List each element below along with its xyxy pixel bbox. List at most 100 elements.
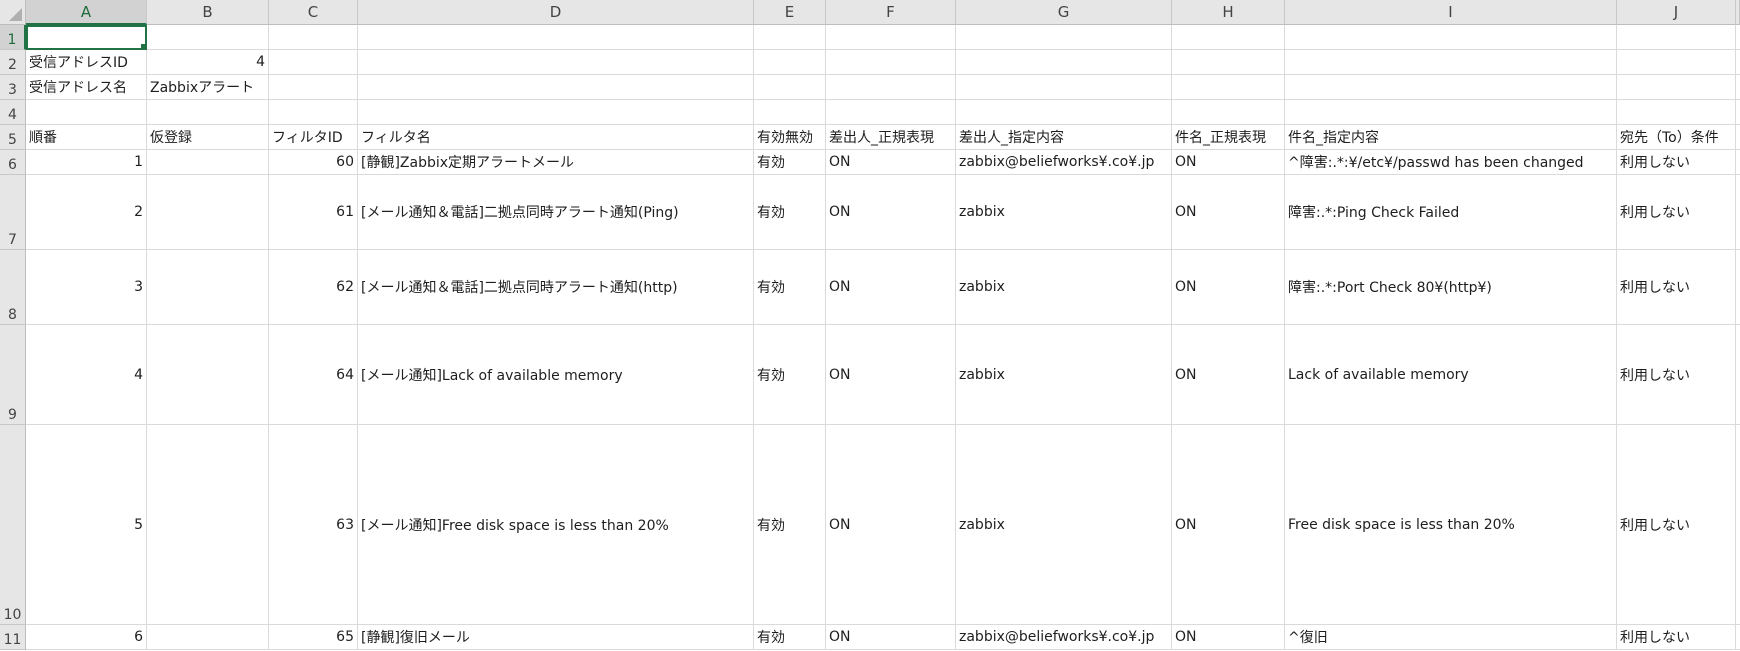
cell-e8[interactable]: 有効 xyxy=(754,250,826,325)
cell-b2[interactable]: 4 xyxy=(147,50,269,75)
cell-j8[interactable]: 利用しない xyxy=(1617,250,1736,325)
cell-f6[interactable]: ON xyxy=(826,150,956,175)
cell-e7[interactable]: 有効 xyxy=(754,175,826,250)
cell-d3[interactable] xyxy=(358,75,754,100)
cell-e9[interactable]: 有効 xyxy=(754,325,826,425)
cell-c6[interactable]: 60 xyxy=(269,150,358,175)
column-header-j[interactable]: J xyxy=(1617,0,1736,25)
cell-k7[interactable] xyxy=(1736,175,1740,250)
cell-i10[interactable]: Free disk space is less than 20% xyxy=(1285,425,1617,625)
column-header-e[interactable]: E xyxy=(754,0,826,25)
cell-j2[interactable] xyxy=(1617,50,1736,75)
cell-b9[interactable] xyxy=(147,325,269,425)
cell-i8[interactable]: 障害:.*:Port Check 80¥(http¥) xyxy=(1285,250,1617,325)
cell-h5[interactable]: 件名_正規表現 xyxy=(1172,125,1285,150)
cell-c4[interactable] xyxy=(269,100,358,125)
row-header-3[interactable]: 3 xyxy=(0,75,26,100)
cell-h1[interactable] xyxy=(1172,25,1285,50)
cell-d9[interactable]: [メール通知]Lack of available memory xyxy=(358,325,754,425)
cell-f9[interactable]: ON xyxy=(826,325,956,425)
cell-b7[interactable] xyxy=(147,175,269,250)
cell-j9[interactable]: 利用しない xyxy=(1617,325,1736,425)
cell-g5[interactable]: 差出人_指定内容 xyxy=(956,125,1172,150)
cell-h6[interactable]: ON xyxy=(1172,150,1285,175)
cell-a9[interactable]: 4 xyxy=(26,325,147,425)
cell-c10[interactable]: 63 xyxy=(269,425,358,625)
cell-g9[interactable]: zabbix xyxy=(956,325,1172,425)
row-header-11[interactable]: 11 xyxy=(0,625,26,650)
cell-f5[interactable]: 差出人_正規表現 xyxy=(826,125,956,150)
cell-d2[interactable] xyxy=(358,50,754,75)
column-header-c[interactable]: C xyxy=(269,0,358,25)
cell-i1[interactable] xyxy=(1285,25,1617,50)
cell-e2[interactable] xyxy=(754,50,826,75)
cell-a2[interactable]: 受信アドレスID xyxy=(26,50,147,75)
cell-e6[interactable]: 有効 xyxy=(754,150,826,175)
cell-a3[interactable]: 受信アドレス名 xyxy=(26,75,147,100)
cell-g3[interactable] xyxy=(956,75,1172,100)
cell-g8[interactable]: zabbix xyxy=(956,250,1172,325)
cell-e3[interactable] xyxy=(754,75,826,100)
cell-c2[interactable] xyxy=(269,50,358,75)
cell-e1[interactable] xyxy=(754,25,826,50)
cell-g4[interactable] xyxy=(956,100,1172,125)
cell-i7[interactable]: 障害:.*:Ping Check Failed xyxy=(1285,175,1617,250)
cell-h11[interactable]: ON xyxy=(1172,625,1285,650)
cell-a8[interactable]: 3 xyxy=(26,250,147,325)
cell-j6[interactable]: 利用しない xyxy=(1617,150,1736,175)
cell-a11[interactable]: 6 xyxy=(26,625,147,650)
cell-c11[interactable]: 65 xyxy=(269,625,358,650)
cell-f10[interactable]: ON xyxy=(826,425,956,625)
cell-k4[interactable] xyxy=(1736,100,1740,125)
cell-d8[interactable]: [メール通知＆電話]二拠点同時アラート通知(http) xyxy=(358,250,754,325)
cell-f4[interactable] xyxy=(826,100,956,125)
cell-e11[interactable]: 有効 xyxy=(754,625,826,650)
cell-a7[interactable]: 2 xyxy=(26,175,147,250)
cell-b4[interactable] xyxy=(147,100,269,125)
column-header-g[interactable]: G xyxy=(956,0,1172,25)
spreadsheet-grid[interactable]: A B C D E F G H I J 1 2 受信アドレスID 4 3 受信アドレス名 Zabbixアラート 4… xyxy=(0,0,1740,651)
cell-a4[interactable] xyxy=(26,100,147,125)
row-header-1[interactable]: 1 xyxy=(0,25,26,50)
cell-k9[interactable] xyxy=(1736,325,1740,425)
cell-g1[interactable] xyxy=(956,25,1172,50)
row-header-2[interactable]: 2 xyxy=(0,50,26,75)
cell-h9[interactable]: ON xyxy=(1172,325,1285,425)
cell-d10[interactable]: [メール通知]Free disk space is less than 20% xyxy=(358,425,754,625)
cell-f2[interactable] xyxy=(826,50,956,75)
cell-d7[interactable]: [メール通知＆電話]二拠点同時アラート通知(Ping) xyxy=(358,175,754,250)
cell-k5[interactable] xyxy=(1736,125,1740,150)
cell-d1[interactable] xyxy=(358,25,754,50)
cell-e5[interactable]: 有効無効 xyxy=(754,125,826,150)
cell-b1[interactable] xyxy=(147,25,269,50)
cell-h3[interactable] xyxy=(1172,75,1285,100)
cell-k3[interactable] xyxy=(1736,75,1740,100)
cell-f11[interactable]: ON xyxy=(826,625,956,650)
cell-b11[interactable] xyxy=(147,625,269,650)
cell-i11[interactable]: ^復旧 xyxy=(1285,625,1617,650)
cell-a6[interactable]: 1 xyxy=(26,150,147,175)
cell-b8[interactable] xyxy=(147,250,269,325)
column-header-f[interactable]: F xyxy=(826,0,956,25)
cell-g10[interactable]: zabbix xyxy=(956,425,1172,625)
column-header-d[interactable]: D xyxy=(358,0,754,25)
cell-c5[interactable]: フィルタID xyxy=(269,125,358,150)
cell-j10[interactable]: 利用しない xyxy=(1617,425,1736,625)
cell-c7[interactable]: 61 xyxy=(269,175,358,250)
row-header-10[interactable]: 10 xyxy=(0,425,26,625)
cell-f3[interactable] xyxy=(826,75,956,100)
column-header-h[interactable]: H xyxy=(1172,0,1285,25)
row-header-7[interactable]: 7 xyxy=(0,175,26,250)
cell-e4[interactable] xyxy=(754,100,826,125)
cell-b10[interactable] xyxy=(147,425,269,625)
cell-k2[interactable] xyxy=(1736,50,1740,75)
cell-c1[interactable] xyxy=(269,25,358,50)
cell-d6[interactable]: [静観]Zabbix定期アラートメール xyxy=(358,150,754,175)
cell-c3[interactable] xyxy=(269,75,358,100)
cell-h8[interactable]: ON xyxy=(1172,250,1285,325)
cell-k6[interactable] xyxy=(1736,150,1740,175)
cell-f1[interactable] xyxy=(826,25,956,50)
fill-handle[interactable] xyxy=(140,43,145,48)
cell-d5[interactable]: フィルタ名 xyxy=(358,125,754,150)
cell-k10[interactable] xyxy=(1736,425,1740,625)
